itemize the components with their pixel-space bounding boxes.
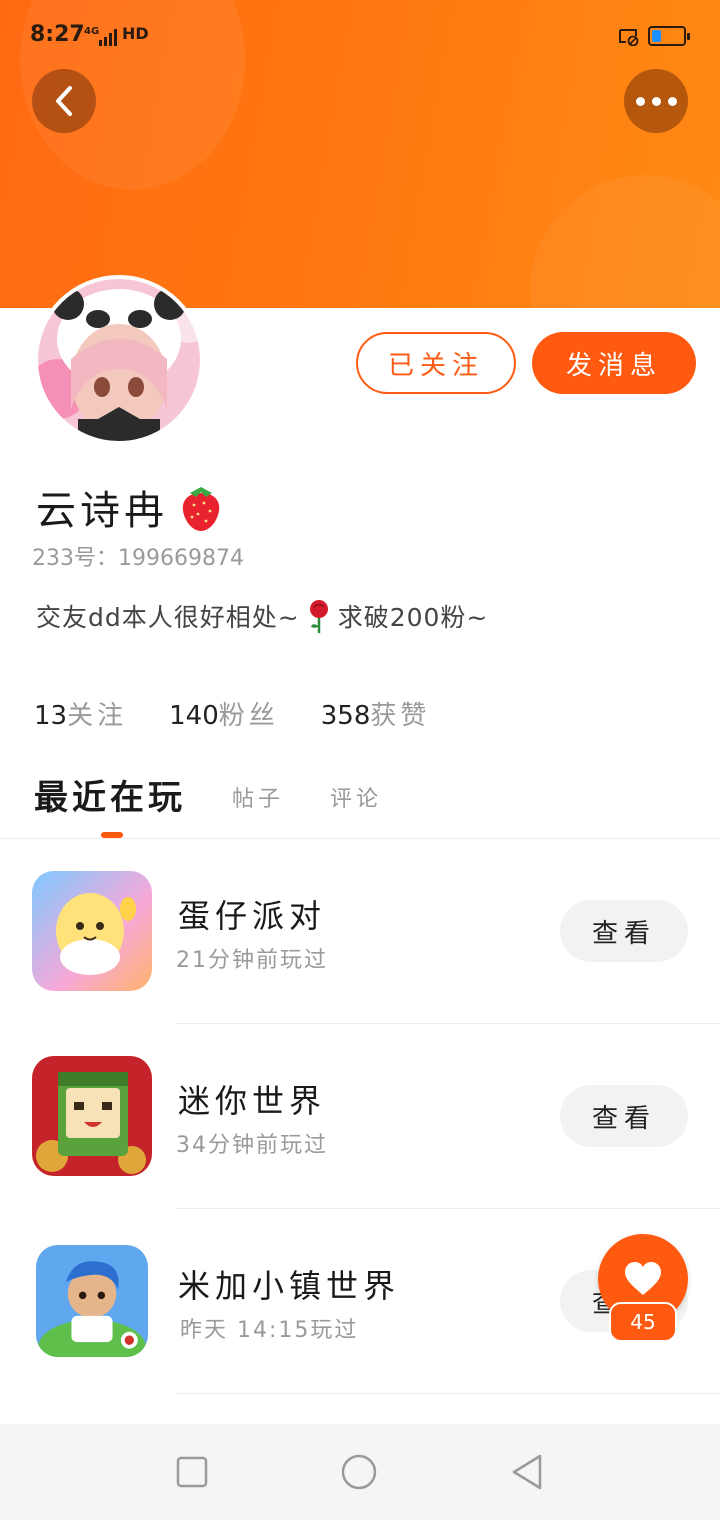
view-button[interactable]: 查看 bbox=[560, 1085, 688, 1147]
cast-icon bbox=[619, 29, 639, 46]
game-icon-toca-world bbox=[36, 1245, 148, 1357]
followed-button[interactable]: 已关注 bbox=[356, 332, 516, 394]
view-button[interactable]: 查看 bbox=[560, 900, 688, 962]
network-type: 4G bbox=[84, 26, 100, 37]
banner-decoration bbox=[530, 175, 720, 308]
chevron-left-icon bbox=[56, 86, 72, 116]
game-name: 蛋仔派对 bbox=[178, 897, 327, 935]
stats: 13关注 140粉丝 358获赞 bbox=[34, 695, 430, 732]
rose-icon bbox=[309, 600, 328, 633]
game-icon-mini-world bbox=[32, 1056, 152, 1176]
status-time: 8:27 bbox=[30, 22, 85, 47]
tab-comments[interactable]: 评论 bbox=[330, 781, 382, 813]
battery-icon bbox=[648, 26, 690, 46]
stat-label: 粉丝 bbox=[218, 701, 279, 731]
signal-icon bbox=[99, 29, 117, 46]
divider bbox=[176, 1393, 720, 1394]
strawberry-icon bbox=[182, 487, 220, 531]
stat-label: 关注 bbox=[67, 701, 128, 731]
list-item[interactable]: 迷你世界 34分钟前玩过 查看 bbox=[0, 1024, 720, 1209]
stat-following[interactable]: 13关注 bbox=[34, 695, 127, 732]
stat-number: 358 bbox=[320, 701, 371, 731]
heart-icon bbox=[625, 1262, 661, 1295]
game-play-time: 21分钟前玩过 bbox=[176, 948, 328, 973]
stat-number: 140 bbox=[169, 701, 219, 731]
game-name: 米加小镇世界 bbox=[178, 1267, 401, 1305]
like-count: 45 bbox=[609, 1302, 677, 1342]
username: 云诗冉 bbox=[36, 488, 168, 534]
back-button[interactable] bbox=[32, 69, 96, 133]
profile-tabs: 最近在玩 帖子 评论 bbox=[34, 770, 382, 819]
more-button[interactable] bbox=[624, 69, 688, 133]
stat-followers[interactable]: 140粉丝 bbox=[169, 695, 279, 732]
bio: 交友dd本人很好相处~ 求破200粉~ bbox=[36, 598, 488, 634]
system-navigation-bar bbox=[0, 1424, 720, 1520]
stat-likes[interactable]: 358获赞 bbox=[321, 695, 431, 732]
bio-text: 交友dd本人很好相处~ bbox=[36, 603, 300, 632]
home-icon[interactable] bbox=[340, 1453, 378, 1491]
game-name: 迷你世界 bbox=[178, 1082, 327, 1120]
send-message-button[interactable]: 发消息 bbox=[532, 332, 696, 394]
game-play-time: 昨天 14:15玩过 bbox=[180, 1318, 359, 1343]
battery-level bbox=[652, 30, 661, 42]
status-bar: 8:27 4G HD bbox=[0, 0, 720, 76]
hd-indicator: HD bbox=[122, 24, 149, 43]
game-icon-eggy-party bbox=[32, 871, 152, 991]
recent-apps-icon[interactable] bbox=[176, 1456, 208, 1488]
stat-number: 13 bbox=[34, 701, 68, 731]
back-triangle-icon[interactable] bbox=[510, 1453, 544, 1491]
avatar[interactable] bbox=[34, 275, 204, 445]
list-item[interactable]: 蛋仔派对 21分钟前玩过 查看 bbox=[0, 839, 720, 1024]
username-row: 云诗冉 bbox=[36, 478, 226, 536]
avatar-image bbox=[38, 279, 200, 441]
more-dots-icon bbox=[635, 96, 677, 106]
bio-text-end: 求破200粉~ bbox=[337, 603, 489, 632]
stat-label: 获赞 bbox=[370, 701, 431, 731]
game-play-time: 34分钟前玩过 bbox=[176, 1133, 328, 1158]
tab-recent-played[interactable]: 最近在玩 bbox=[34, 770, 186, 819]
user-id: 233号：199669874 bbox=[32, 546, 244, 571]
tab-posts[interactable]: 帖子 bbox=[232, 781, 284, 813]
